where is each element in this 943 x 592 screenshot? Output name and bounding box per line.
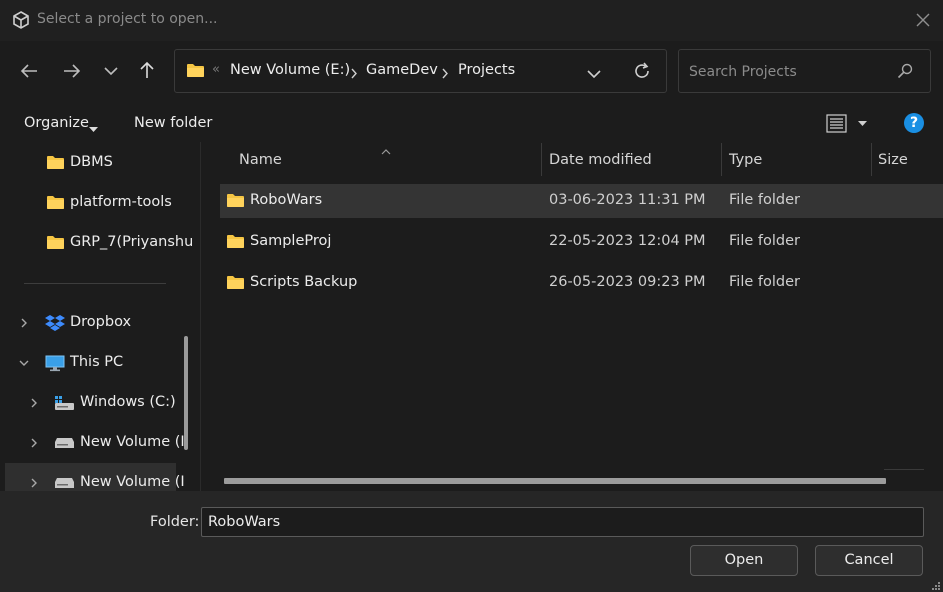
file-date: 26-05-2023 09:23 PM <box>549 274 706 290</box>
back-button[interactable] <box>16 58 42 84</box>
folder-icon <box>226 234 245 253</box>
nav-item-windows-c[interactable]: Windows (C:) <box>0 383 176 423</box>
nav-item-label: New Volume (I <box>80 434 185 450</box>
new-folder-button[interactable]: New folder <box>134 115 212 131</box>
sort-ascending-icon <box>381 143 391 159</box>
nav-item-label: platform-tools <box>70 194 172 210</box>
folder-icon <box>46 195 65 214</box>
open-button[interactable]: Open <box>690 545 798 576</box>
column-header-date[interactable]: Date modified <box>549 152 652 168</box>
nav-item-dbms[interactable]: DBMS <box>0 143 176 183</box>
help-button[interactable]: ? <box>904 113 924 133</box>
file-date: 22-05-2023 12:04 PM <box>549 233 706 249</box>
nav-item-this-pc[interactable]: This PC <box>0 343 176 383</box>
file-type: File folder <box>729 274 800 290</box>
nav-item-label: Dropbox <box>70 314 132 330</box>
chevron-right-icon[interactable] <box>28 397 40 409</box>
chevron-down-icon <box>104 67 118 76</box>
folder-icon <box>186 63 205 82</box>
column-header-type[interactable]: Type <box>729 152 762 168</box>
folder-name-input[interactable] <box>201 507 924 537</box>
chevron-down-icon[interactable] <box>18 357 30 369</box>
file-date: 03-06-2023 11:31 PM <box>549 192 706 208</box>
nav-item-grp7[interactable]: GRP_7(Priyanshu <box>0 223 193 263</box>
breadcrumb-item-projects[interactable]: Projects <box>458 62 515 78</box>
scrollbar-track-mark <box>884 469 924 470</box>
window-title: Select a project to open... <box>37 11 218 27</box>
refresh-icon <box>635 62 649 78</box>
recent-locations-button[interactable] <box>98 58 124 84</box>
nav-item-dropbox[interactable]: Dropbox <box>0 303 176 343</box>
file-row-scripts-backup[interactable]: Scripts Backup 26-05-2023 09:23 PM File … <box>220 266 943 300</box>
chevron-right-icon[interactable] <box>28 437 40 449</box>
drive-icon <box>54 437 75 453</box>
nav-separator <box>24 283 166 284</box>
up-button[interactable] <box>134 57 160 83</box>
file-name: Scripts Backup <box>250 274 358 290</box>
search-icon[interactable] <box>897 63 913 83</box>
column-header-size[interactable]: Size <box>878 152 908 168</box>
horizontal-scrollbar[interactable] <box>224 478 886 484</box>
file-row-sampleproj[interactable]: SampleProj 22-05-2023 12:04 PM File fold… <box>220 225 943 259</box>
arrow-right-icon <box>64 64 81 78</box>
cancel-button[interactable]: Cancel <box>815 545 923 576</box>
nav-item-label: GRP_7(Priyanshu <box>70 234 194 250</box>
breadcrumb-item-volume[interactable]: New Volume (E:) <box>230 62 350 78</box>
column-divider[interactable] <box>541 143 542 176</box>
chevron-down-icon <box>587 70 601 79</box>
chevron-right-icon[interactable] <box>441 67 449 83</box>
arrow-left-icon <box>20 64 37 78</box>
refresh-button[interactable] <box>633 62 651 84</box>
chevron-right-icon[interactable] <box>28 477 40 489</box>
view-options-button[interactable] <box>826 112 870 136</box>
chevron-right-icon[interactable] <box>350 67 358 83</box>
column-divider[interactable] <box>871 143 872 176</box>
folder-icon <box>46 235 65 254</box>
close-button[interactable] <box>910 7 936 33</box>
nav-item-new-volume-1[interactable]: New Volume (I <box>0 423 185 463</box>
arrow-up-icon <box>140 61 154 78</box>
file-name: SampleProj <box>250 233 332 249</box>
nav-item-label: DBMS <box>70 154 113 170</box>
nav-item-label: This PC <box>70 354 124 370</box>
breadcrumb-overflow[interactable]: « <box>212 62 220 77</box>
organize-menu-button[interactable]: Organize <box>24 115 89 131</box>
breadcrumb-item-gamedev[interactable]: GameDev <box>366 62 438 78</box>
file-type: File folder <box>729 192 800 208</box>
folder-field-label: Folder: <box>150 514 200 530</box>
folder-icon <box>226 275 245 294</box>
search-input[interactable] <box>689 62 879 82</box>
chevron-right-icon[interactable] <box>18 317 30 329</box>
column-divider[interactable] <box>721 143 722 176</box>
dropbox-icon <box>45 314 65 336</box>
nav-pane-scrollbar[interactable] <box>184 336 188 450</box>
address-history-button[interactable] <box>587 67 601 83</box>
monitor-icon <box>45 355 65 376</box>
nav-item-platform-tools[interactable]: platform-tools <box>0 183 176 223</box>
close-icon <box>916 13 930 27</box>
file-row-robowars[interactable]: RoboWars 03-06-2023 11:31 PM File folder <box>220 184 943 218</box>
details-view-icon <box>826 114 867 133</box>
file-name: RoboWars <box>250 192 323 208</box>
caret-down-icon[interactable] <box>89 121 98 137</box>
file-type: File folder <box>729 233 800 249</box>
resize-grip-icon[interactable] <box>930 579 941 590</box>
unity-cube-icon <box>12 11 30 29</box>
forward-button[interactable] <box>59 58 85 84</box>
folder-icon <box>46 155 65 174</box>
nav-item-label: New Volume (I <box>80 474 185 490</box>
folder-icon <box>226 193 245 212</box>
nav-item-label: Windows (C:) <box>80 394 176 410</box>
windows-drive-icon <box>54 395 75 415</box>
column-header-name[interactable]: Name <box>239 152 282 168</box>
